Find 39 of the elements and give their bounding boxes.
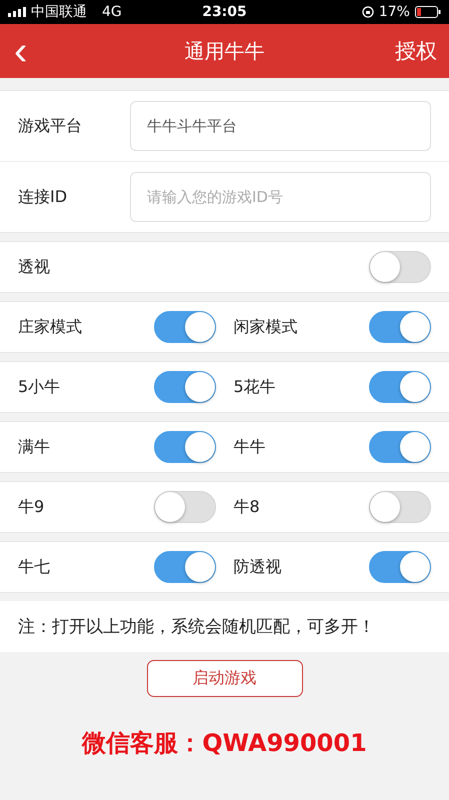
option-label: 庄家模式	[18, 316, 82, 338]
option-label: 牛牛	[234, 436, 266, 458]
field-label: 游戏平台	[18, 116, 83, 136]
note-text: 注：打开以上功能，系统会随机匹配，可多开！	[0, 601, 449, 652]
option-label: 牛8	[234, 496, 260, 518]
toggle-switch[interactable]	[154, 551, 216, 583]
option-label: 透视	[18, 256, 50, 278]
option-label: 牛9	[18, 496, 44, 518]
toggle-switch[interactable]	[369, 371, 431, 403]
option-label: 防透视	[234, 556, 282, 578]
signal-icon	[8, 7, 26, 17]
option-label: 闲家模式	[234, 316, 298, 338]
option-label: 5花牛	[234, 376, 276, 398]
start-game-button[interactable]: 启动游戏	[146, 660, 302, 697]
toggle-switch[interactable]	[369, 311, 431, 343]
page-title: 通用牛牛	[184, 38, 264, 64]
toggle-switch[interactable]	[369, 551, 431, 583]
toggle-switch[interactable]	[369, 431, 431, 463]
toggle-switch[interactable]	[154, 491, 216, 523]
carrier-name: 中国联通	[31, 3, 87, 21]
option-label: 牛七	[18, 556, 50, 578]
back-button[interactable]: ‹	[10, 31, 32, 71]
contact-text: 微信客服：QWA990001	[82, 728, 367, 759]
option-label: 满牛	[18, 436, 50, 458]
battery-icon	[414, 6, 441, 18]
toggle-switch[interactable]	[369, 491, 431, 523]
toggle-switch[interactable]	[369, 251, 431, 283]
input-field[interactable]: 牛牛斗牛平台	[130, 101, 431, 151]
option-label: 5小牛	[18, 376, 60, 398]
toggle-switch[interactable]	[154, 431, 216, 463]
network-type: 4G	[102, 4, 122, 20]
toggle-switch[interactable]	[154, 311, 216, 343]
field-label: 连接ID	[18, 186, 68, 208]
rotation-lock-icon	[362, 6, 374, 18]
authorize-button[interactable]: 授权	[395, 37, 437, 65]
input-field[interactable]: 请输入您的游戏ID号	[130, 172, 431, 222]
toggle-switch[interactable]	[154, 371, 216, 403]
battery-percent: 17%	[378, 4, 410, 20]
clock-time: 23:05	[202, 4, 247, 20]
